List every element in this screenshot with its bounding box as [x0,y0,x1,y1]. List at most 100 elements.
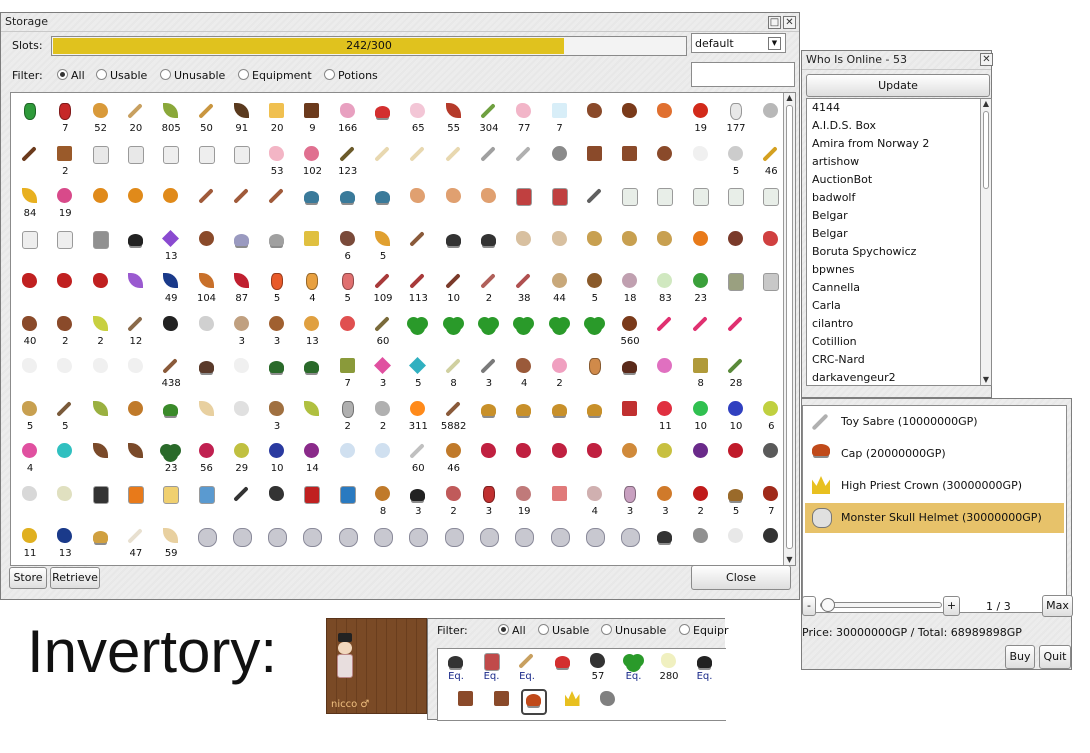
storage-item-slot[interactable] [649,314,681,350]
online-player-row[interactable]: 4144 [807,99,979,117]
storage-item-slot[interactable] [438,186,470,222]
storage-item-slot[interactable] [579,186,611,222]
storage-item-slot[interactable]: 2 [544,356,576,392]
storage-item-slot[interactable] [191,399,223,435]
storage-item-slot[interactable]: 6 [755,399,787,435]
online-player-row[interactable]: Carla [807,297,979,315]
storage-item-slot[interactable] [579,314,611,350]
storage-item-slot[interactable] [402,526,434,562]
storage-item-slot[interactable] [191,484,223,520]
storage-item-slot[interactable]: 87 [226,271,258,307]
shop-item-row[interactable]: Toy Sabre (10000000GP) [805,407,1064,437]
shop-item-row[interactable]: Cap (20000000GP) [805,439,1064,469]
storage-item-slot[interactable]: 2 [85,314,117,350]
storage-item-slot[interactable] [544,441,576,477]
storage-item-slot[interactable]: 10 [685,399,717,435]
storage-item-slot[interactable]: 8 [367,484,399,520]
max-button[interactable]: Max [1042,595,1073,617]
storage-item-slot[interactable] [14,484,46,520]
inventory-item-slot[interactable]: Eq. [618,651,650,687]
online-close-icon[interactable]: ✕ [980,53,993,66]
storage-item-slot[interactable] [226,484,258,520]
storage-item-slot[interactable] [296,526,328,562]
storage-item-slot[interactable]: 6 [332,229,364,265]
online-player-row[interactable]: cilantro [807,315,979,333]
storage-item-slot[interactable] [473,314,505,350]
storage-item-slot[interactable] [191,229,223,265]
inventory-item-slot[interactable]: 57 [582,651,614,687]
storage-item-slot[interactable] [332,484,364,520]
storage-item-slot[interactable] [614,101,646,137]
online-player-row[interactable]: AuctionBot [807,171,979,189]
storage-item-slot[interactable]: 304 [473,101,505,137]
storage-item-slot[interactable]: 5 [261,271,293,307]
storage-item-slot[interactable] [261,356,293,392]
storage-item-slot[interactable] [120,229,152,265]
storage-item-slot[interactable] [649,101,681,137]
storage-item-slot[interactable] [14,101,46,137]
storage-item-slot[interactable]: 3 [261,399,293,435]
storage-item-slot[interactable] [332,186,364,222]
storage-item-slot[interactable] [120,144,152,180]
storage-item-slot[interactable] [685,229,717,265]
storage-item-slot[interactable]: 56 [191,441,223,477]
storage-item-slot[interactable]: 9 [296,101,328,137]
storage-item-slot[interactable] [296,229,328,265]
storage-item-slot[interactable] [120,399,152,435]
storage-item-slot[interactable]: 23 [685,271,717,307]
storage-item-slot[interactable]: 18 [614,271,646,307]
storage-item-slot[interactable] [649,356,681,392]
storage-item-slot[interactable] [261,229,293,265]
storage-item-slot[interactable]: 3 [261,314,293,350]
storage-item-slot[interactable] [508,314,540,350]
storage-item-slot[interactable] [755,314,787,350]
storage-item-slot[interactable] [367,101,399,137]
storage-item-slot[interactable]: 2 [49,144,81,180]
storage-item-slot[interactable] [226,186,258,222]
storage-item-slot[interactable] [155,186,187,222]
storage-item-slot[interactable] [685,526,717,562]
storage-item-slot[interactable] [614,441,646,477]
storage-item-grid[interactable]: ▲ ▼ 7 52 20 805 50 91 20 9 166 65 55 304 77 7 19 177 2 53… [10,92,796,566]
storage-item-slot[interactable] [191,314,223,350]
storage-item-slot[interactable]: 3 [649,484,681,520]
storage-item-slot[interactable] [649,144,681,180]
storage-item-slot[interactable] [85,399,117,435]
shop-item-row[interactable]: High Priest Crown (30000000GP) [805,471,1064,501]
online-player-row[interactable]: Cotillion [807,333,979,351]
storage-item-slot[interactable]: 113 [402,271,434,307]
storage-item-slot[interactable] [120,441,152,477]
storage-item-slot[interactable] [226,399,258,435]
storage-item-slot[interactable] [508,186,540,222]
inv-filter-equipment-radio[interactable] [679,624,690,635]
storage-item-slot[interactable] [579,144,611,180]
storage-item-slot[interactable]: 60 [367,314,399,350]
storage-item-slot[interactable]: 7 [332,356,364,392]
storage-item-slot[interactable]: 2 [473,271,505,307]
storage-item-slot[interactable] [685,144,717,180]
storage-item-slot[interactable]: 438 [155,356,187,392]
quantity-slider-knob[interactable] [821,598,835,612]
storage-item-slot[interactable] [85,356,117,392]
scroll-thumb[interactable] [983,111,989,189]
storage-item-slot[interactable] [755,101,787,137]
filter-equipment-radio[interactable] [238,69,249,80]
storage-item-slot[interactable]: 40 [14,314,46,350]
quantity-plus-button[interactable]: + [943,596,960,616]
inventory-item-slot[interactable] [521,689,547,715]
storage-item-slot[interactable] [544,399,576,435]
storage-item-slot[interactable] [191,526,223,562]
storage-item-slot[interactable] [296,399,328,435]
storage-item-slot[interactable] [49,484,81,520]
storage-item-slot[interactable] [49,356,81,392]
storage-item-slot[interactable]: 59 [155,526,187,562]
storage-item-slot[interactable] [402,229,434,265]
storage-item-slot[interactable]: 77 [508,101,540,137]
storage-item-slot[interactable] [685,441,717,477]
filter-potions[interactable]: Potions [324,69,378,82]
inv-filter-unusable[interactable]: Unusable [601,624,666,637]
inventory-item-grid[interactable]: Eq. Eq. Eq. 57 Eq. 280 Eq. [437,648,726,721]
storage-item-slot[interactable] [720,314,752,350]
storage-item-slot[interactable]: 8 [685,356,717,392]
filter-potions-radio[interactable] [324,69,335,80]
